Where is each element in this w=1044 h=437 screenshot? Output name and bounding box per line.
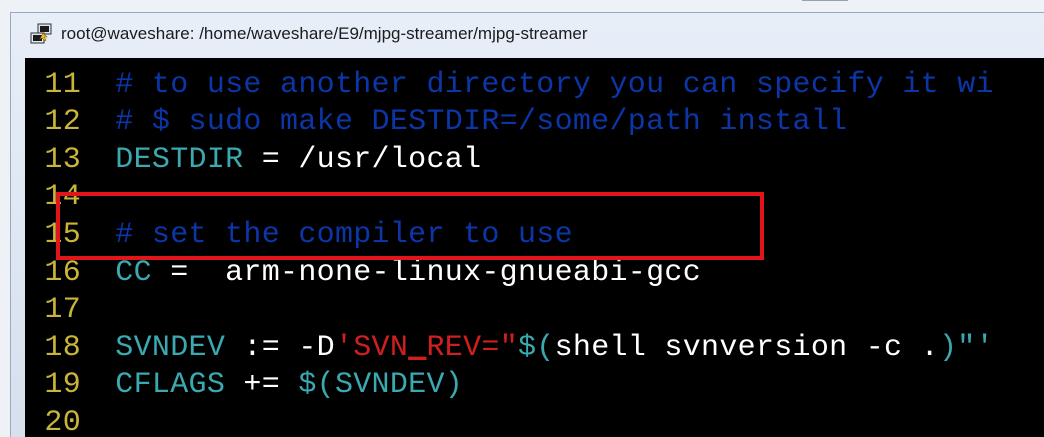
line-number: 14 (44, 180, 81, 215)
code-token: = /usr/local (243, 142, 482, 177)
line-number: 20 (44, 405, 81, 437)
line-number: 19 (44, 368, 81, 403)
window-title: root@waveshare: /home/waveshare/E9/mjpg-… (61, 24, 588, 43)
code-line: 13 DESTDIR = /usr/local (25, 141, 481, 178)
code-line: 18 SVNDEV := -D 'SVN _ REV=" $(shell svnvers… (25, 329, 994, 366)
line-number: 15 (44, 217, 81, 252)
code-token: CFLAGS (97, 368, 226, 403)
line-number: 18 (44, 330, 81, 365)
code-token: SVNDEV (97, 330, 226, 365)
terminal-window: root@waveshare: /home/waveshare/E9/mjpg-… (10, 12, 1044, 437)
code-token: REV=" (426, 330, 518, 365)
code-line: 15 # set the compiler to use (25, 216, 573, 253)
code-line: 19 CFLAGS += $(SVNDEV) (25, 367, 463, 404)
line-number: 13 (44, 142, 81, 177)
code-line: 14 (25, 179, 97, 216)
code-token: := -D (225, 330, 335, 365)
line-number: 11 (44, 67, 81, 102)
putty-terminal-icon (30, 23, 52, 44)
code-token: $(SVNDEV) (298, 368, 464, 403)
code-token: # set the compiler to use (97, 217, 573, 252)
code-line: 16 CC = arm-none-linux-gnueabi-gcc (25, 254, 701, 291)
line-number: 16 (44, 255, 81, 290)
code-token: = arm-none-linux-gnueabi-gcc (151, 255, 702, 290)
code-token: CC (97, 255, 152, 290)
line-number: 12 (44, 105, 81, 140)
code-token: $( (518, 330, 555, 365)
code-line: 17 (25, 292, 97, 329)
code-token: _ (408, 330, 427, 365)
code-token: 'SVN (334, 330, 409, 365)
title-bar[interactable]: root@waveshare: /home/waveshare/E9/mjpg-… (11, 13, 1044, 55)
terminal-content[interactable]: 11 # to use another directory you can sp… (25, 58, 1044, 437)
code-token: += (225, 368, 299, 403)
code-token: # to use another directory you can speci… (97, 67, 994, 102)
line-number: 17 (44, 293, 81, 328)
code-line: 12 # $ sudo make DESTDIR=/some/path inst… (25, 104, 847, 141)
code-token: # $ sudo make DESTDIR=/some/path install (97, 105, 848, 140)
code-token: )"' (938, 330, 994, 365)
code-line: 11 # to use another directory you can sp… (25, 66, 994, 103)
code-line: 20 (25, 404, 97, 437)
code-token: shell svnversion -c . (554, 330, 939, 365)
code-token: DESTDIR (97, 142, 244, 177)
background-window-edge (802, 0, 848, 7)
